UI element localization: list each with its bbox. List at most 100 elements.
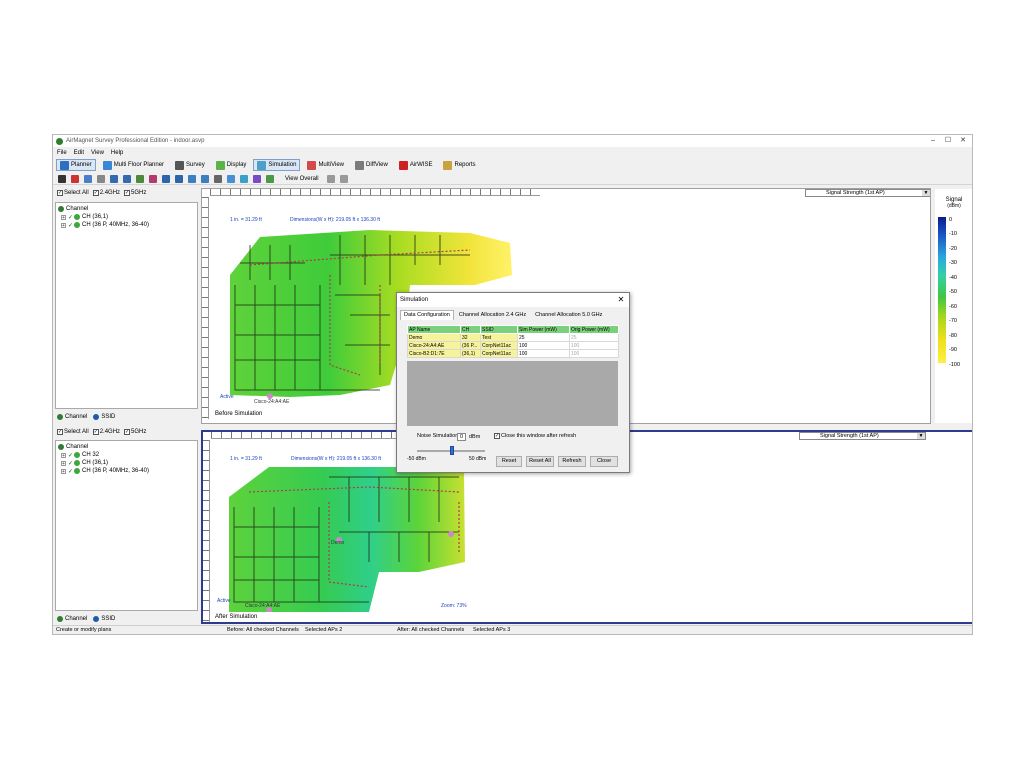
zoom-fit-icon[interactable] (188, 174, 196, 183)
pan-icon[interactable] (201, 174, 209, 183)
tree-item[interactable]: + ✓ CH (36 P, 40MHz, 36-40) (58, 221, 195, 229)
export-icon[interactable] (339, 174, 348, 183)
expand-icon[interactable]: + (61, 468, 66, 474)
tab-multi-floor-planner[interactable]: Multi Floor Planner (99, 159, 168, 171)
reset-all-button[interactable]: Reset All (526, 456, 554, 467)
tab-survey[interactable]: Survey (171, 159, 209, 171)
globe-icon[interactable] (253, 174, 261, 183)
tab-ssid[interactable]: SSID (101, 616, 115, 622)
table-row[interactable]: Demo 32 Test 25 25 (407, 333, 619, 342)
measure-icon[interactable] (227, 174, 235, 183)
dialog-close-icon[interactable]: ✕ (616, 295, 626, 305)
column-header[interactable]: Sim Power (mW) (517, 325, 570, 334)
zoom-out-icon[interactable] (175, 174, 183, 183)
band-24-checkbox[interactable]: ✓ (92, 429, 99, 435)
close-after-refresh-checkbox[interactable]: ✓ (494, 433, 500, 439)
column-header[interactable]: AP Name (407, 325, 461, 334)
menu-edit[interactable]: Edit (74, 150, 84, 156)
layout-icon[interactable] (110, 174, 118, 183)
band-24-checkbox[interactable]: ✓ (92, 190, 99, 196)
refresh-button[interactable]: Refresh (558, 456, 586, 467)
tab-simulation[interactable]: Simulation (253, 159, 301, 171)
column-header[interactable]: SSID (480, 325, 518, 334)
close-button[interactable]: Close (590, 456, 618, 467)
select-all-checkbox[interactable]: ✓ (57, 429, 63, 435)
band-5-label: 5GHz (131, 429, 147, 435)
tab-channel[interactable]: Channel (65, 616, 87, 622)
expand-icon[interactable]: + (61, 214, 66, 220)
expand-icon[interactable]: + (61, 460, 66, 466)
table-cell[interactable]: (36 P... (460, 341, 481, 350)
check-icon[interactable]: ✓ (68, 468, 73, 475)
tab-ssid[interactable]: SSID (101, 414, 115, 420)
expand-icon[interactable]: + (61, 222, 66, 228)
noise-slider[interactable] (417, 446, 485, 455)
close-after-refresh-option[interactable]: ✓ Close this window after refresh (494, 433, 576, 439)
table-row[interactable]: Cisco-24:A4:AE (36 P... CorpNet11ac 100 … (407, 341, 619, 350)
tab-reports[interactable]: Reports (439, 159, 479, 171)
tree-root[interactable]: Channel (58, 205, 195, 213)
settings-icon[interactable] (326, 174, 335, 183)
sim-power-cell[interactable]: 100 (517, 341, 570, 350)
close-window-button[interactable]: ✕ (956, 136, 970, 146)
save-icon[interactable] (58, 174, 66, 183)
legend-tick: -10 (949, 231, 957, 237)
pointer-icon[interactable] (214, 174, 222, 183)
check-icon[interactable]: ✓ (68, 222, 73, 229)
coverage-icon[interactable] (266, 174, 274, 183)
noise-value-input[interactable]: 0 (457, 433, 466, 441)
tree-item-label: CH (36 P, 40MHz, 36-40) (82, 468, 149, 474)
antenna-icon[interactable] (149, 174, 157, 183)
zoom-in-icon[interactable] (162, 174, 170, 183)
tab-planner[interactable]: Planner (56, 159, 96, 171)
select-all-checkbox[interactable]: ✓ (57, 190, 63, 196)
tab-diffview[interactable]: DiffView (351, 159, 392, 171)
tab-channel[interactable]: Channel (65, 414, 87, 420)
menu-file[interactable]: File (57, 150, 67, 156)
bottom-filter-row: ✓ Select All ✓ 2.4GHz ✓ 5GHz (55, 427, 198, 437)
wall-icon[interactable] (240, 174, 248, 183)
ap-marker[interactable] (448, 531, 454, 537)
check-icon[interactable]: ✓ (68, 452, 73, 459)
table-row[interactable]: Cisco-B2:D1:7E (36,1) CorpNet11ac 100 10… (407, 349, 619, 358)
tree-item[interactable]: + ✓ CH (36,1) (58, 213, 195, 221)
tab-data-configuration[interactable]: Data Configuration (400, 310, 454, 320)
menu-view[interactable]: View (91, 150, 104, 156)
slider-thumb[interactable] (450, 446, 454, 455)
tree-item[interactable]: + ✓ CH (36,1) (58, 459, 195, 467)
refresh-icon[interactable] (84, 174, 92, 183)
legend-tick: -90 (949, 347, 957, 353)
band-5-checkbox[interactable]: ✓ (124, 429, 131, 435)
tree-item[interactable]: + ✓ CH 32 (58, 451, 195, 459)
tab-display[interactable]: Display (212, 159, 251, 171)
sim-power-cell[interactable]: 25 (517, 333, 570, 342)
maximize-button[interactable]: ☐ (941, 136, 955, 146)
check-icon[interactable]: ✓ (68, 460, 73, 467)
grid-icon[interactable] (123, 174, 131, 183)
status-before-aps: Selected APs 2 (305, 627, 343, 633)
legend-tick: -70 (949, 318, 957, 324)
reset-button[interactable]: Reset (496, 456, 522, 467)
tab-channel-allocation-50[interactable]: Channel Allocation 5.0 GHz (531, 310, 606, 320)
column-header[interactable]: CH (460, 325, 481, 334)
tree-root[interactable]: Channel (58, 443, 195, 451)
expand-icon[interactable]: + (61, 452, 66, 458)
check-icon[interactable]: ✓ (68, 214, 73, 221)
tab-channel-allocation-24[interactable]: Channel Allocation 2.4 GHz (455, 310, 530, 320)
band-5-checkbox[interactable]: ✓ (124, 190, 131, 196)
table-cell[interactable]: (36,1) (460, 349, 481, 358)
properties-icon[interactable] (97, 174, 105, 183)
column-header[interactable]: Orig Power (mW) (569, 325, 619, 334)
tab-multiview[interactable]: MultiView (303, 159, 348, 171)
minimize-button[interactable]: – (926, 136, 940, 146)
menu-help[interactable]: Help (111, 150, 123, 156)
import-icon[interactable] (71, 174, 79, 183)
tab-airwise[interactable]: AirWISE (395, 159, 437, 171)
view-overall-dropdown[interactable]: View Overall (285, 176, 319, 182)
bottom-signal-strength-dropdown[interactable]: Signal Strength (1st AP) ▼ (799, 432, 926, 440)
ap-icon[interactable] (136, 174, 144, 183)
sim-power-cell[interactable]: 100 (517, 349, 570, 358)
top-signal-strength-dropdown[interactable]: Signal Strength (1st AP) ▼ (805, 189, 930, 197)
tree-item[interactable]: + ✓ CH (36 P, 40MHz, 36-40) (58, 467, 195, 475)
table-cell[interactable]: 32 (460, 333, 481, 342)
